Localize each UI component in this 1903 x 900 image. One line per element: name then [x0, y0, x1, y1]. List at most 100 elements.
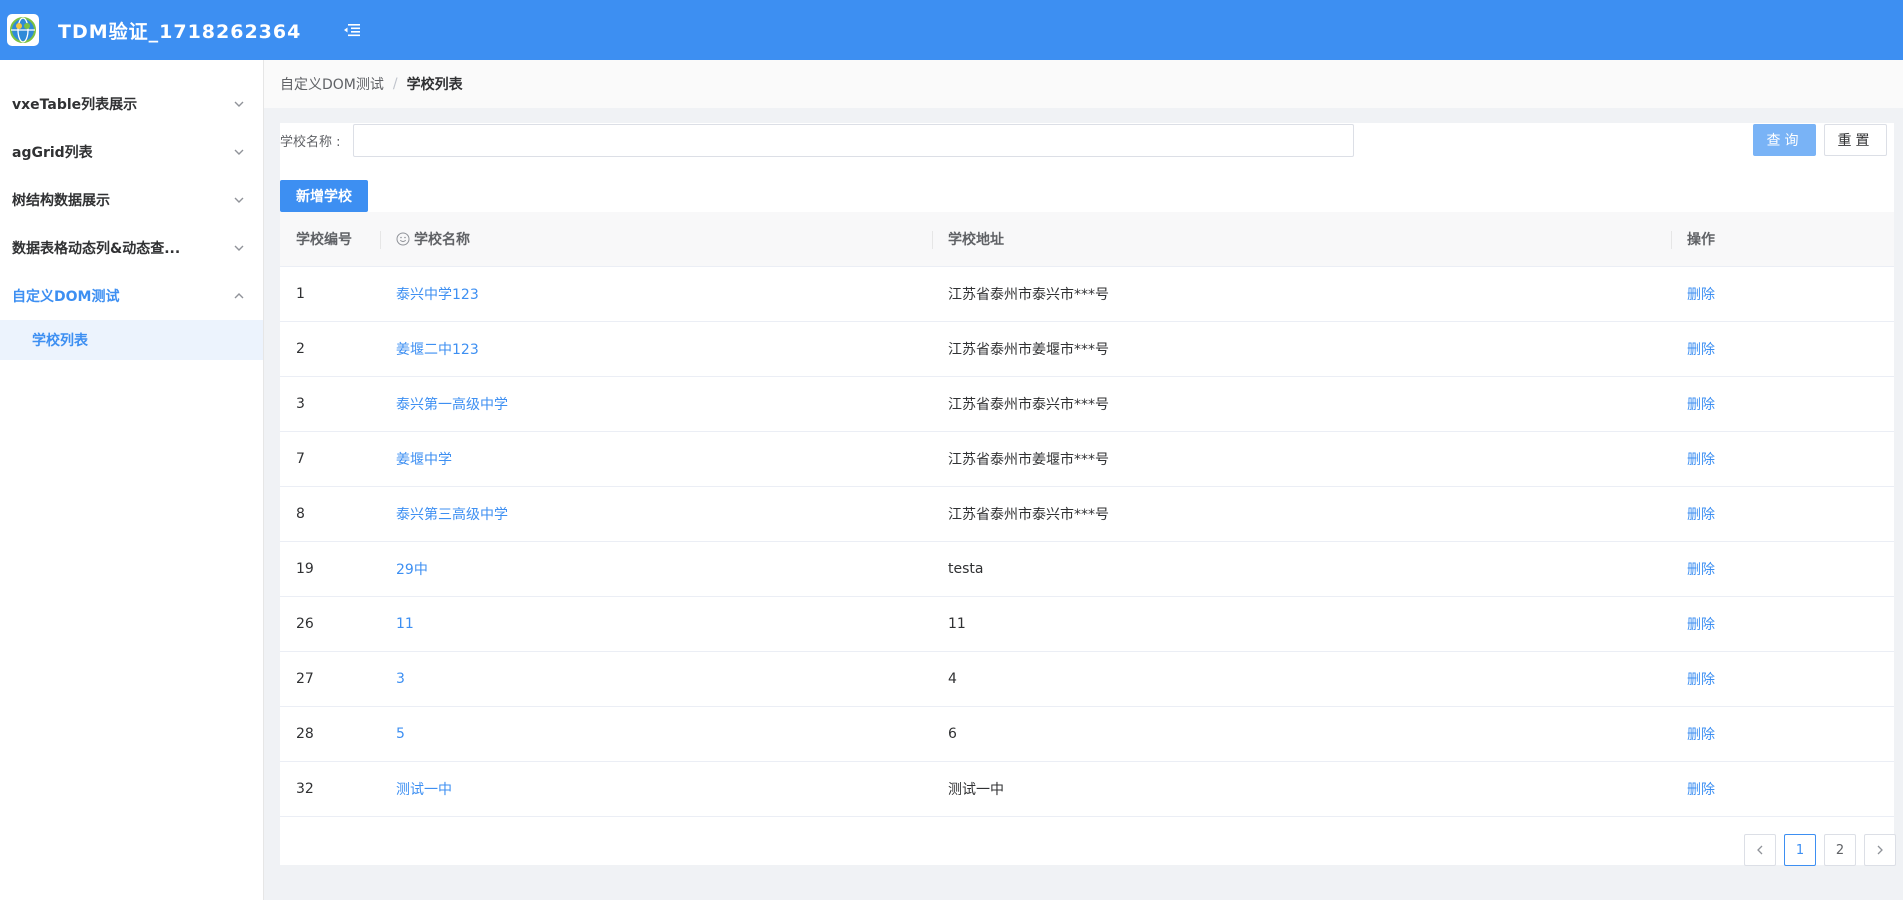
cell-address: 11 — [948, 616, 966, 632]
column-divider — [1671, 231, 1672, 249]
chevron-right-icon[interactable] — [1864, 834, 1896, 866]
column-header-label: 学校编号 — [296, 232, 352, 248]
chevron-left-icon[interactable] — [1744, 834, 1776, 866]
school-name-link[interactable]: 姜堰中学 — [396, 452, 452, 468]
query-button[interactable]: 查询 — [1753, 124, 1816, 156]
delete-link[interactable]: 删除 — [1687, 727, 1715, 743]
sidebar-item-aggrid[interactable]: agGrid列表 — [0, 128, 263, 176]
sidebar: vxeTable列表展示 agGrid列表 树结构数据展示 数据表格动态列&动态… — [0, 60, 264, 900]
column-header-address: 学校地址 — [932, 212, 1671, 266]
menu-fold-icon[interactable] — [341, 19, 363, 41]
page-button-2[interactable]: 2 — [1824, 834, 1856, 866]
sidebar-item-vxetable[interactable]: vxeTable列表展示 — [0, 80, 263, 128]
reset-button[interactable]: 重置 — [1824, 124, 1887, 156]
school-name-input[interactable] — [353, 123, 1354, 157]
table-row: 8 泰兴第三高级中学 江苏省泰州市泰兴市***号 删除 — [280, 487, 1894, 542]
cell-id: 7 — [296, 451, 305, 467]
cell-address: 江苏省泰州市泰兴市***号 — [948, 287, 1109, 303]
delete-link[interactable]: 删除 — [1687, 397, 1715, 413]
cell-address: 江苏省泰州市泰兴市***号 — [948, 507, 1109, 523]
sidebar-item-tree-data[interactable]: 树结构数据展示 — [0, 176, 263, 224]
cell-address: 江苏省泰州市姜堰市***号 — [948, 452, 1109, 468]
sidebar-item-label: agGrid列表 — [12, 145, 93, 161]
school-table: 学校编号 学校名称 学校地址 操作 1 泰兴中学123 江苏省泰州市泰兴市***… — [280, 212, 1894, 817]
cell-id: 2 — [296, 341, 305, 357]
chevron-up-icon — [233, 290, 245, 302]
cell-address: 江苏省泰州市姜堰市***号 — [948, 342, 1109, 358]
chevron-down-icon — [233, 98, 245, 110]
cell-id: 8 — [296, 506, 305, 522]
sidebar-item-dynamic-table[interactable]: 数据表格动态列&动态查... — [0, 224, 263, 272]
table-row: 3 泰兴第一高级中学 江苏省泰州市泰兴市***号 删除 — [280, 377, 1894, 432]
add-school-button[interactable]: 新增学校 — [280, 180, 368, 212]
globe-logo-icon — [7, 14, 39, 46]
column-header-label: 学校地址 — [948, 232, 1004, 248]
delete-link[interactable]: 删除 — [1687, 617, 1715, 633]
school-name-link[interactable]: 泰兴中学123 — [396, 287, 479, 303]
table-row: 32 测试一中 测试一中 删除 — [280, 762, 1894, 817]
smile-icon — [396, 232, 410, 246]
school-name-link[interactable]: 测试一中 — [396, 782, 452, 798]
breadcrumb: 自定义DOM测试 / 学校列表 — [264, 60, 1903, 108]
delete-link[interactable]: 删除 — [1687, 287, 1715, 303]
cell-address: 江苏省泰州市泰兴市***号 — [948, 397, 1109, 413]
column-header-action: 操作 — [1671, 212, 1894, 266]
breadcrumb-parent[interactable]: 自定义DOM测试 — [280, 74, 384, 94]
chevron-down-icon — [233, 242, 245, 254]
delete-link[interactable]: 删除 — [1687, 782, 1715, 798]
table-row: 26 11 11 删除 — [280, 597, 1894, 652]
table-header: 学校编号 学校名称 学校地址 操作 — [280, 212, 1894, 267]
column-divider — [380, 231, 381, 249]
delete-link[interactable]: 删除 — [1687, 562, 1715, 578]
breadcrumb-separator: / — [392, 76, 398, 92]
cell-id: 32 — [296, 781, 314, 797]
table-row: 27 3 4 删除 — [280, 652, 1894, 707]
page-button-1[interactable]: 1 — [1784, 834, 1816, 866]
school-name-link[interactable]: 29中 — [396, 562, 428, 578]
table-row: 7 姜堰中学 江苏省泰州市姜堰市***号 删除 — [280, 432, 1894, 487]
breadcrumb-current: 学校列表 — [406, 77, 463, 93]
cell-id: 28 — [296, 726, 314, 742]
delete-link[interactable]: 删除 — [1687, 452, 1715, 468]
column-header-label: 学校名称 — [414, 232, 470, 248]
sidebar-item-custom-dom[interactable]: 自定义DOM测试 — [0, 272, 263, 320]
sidebar-item-label: vxeTable列表展示 — [12, 97, 138, 113]
sidebar-subitem-school-list[interactable]: 学校列表 — [0, 320, 263, 360]
cell-address: 4 — [948, 671, 957, 687]
cell-address: testa — [948, 561, 984, 577]
table-row: 28 5 6 删除 — [280, 707, 1894, 762]
column-header-id: 学校编号 — [280, 212, 380, 266]
chevron-down-icon — [233, 146, 245, 158]
school-name-link[interactable]: 姜堰二中123 — [396, 342, 479, 358]
column-divider — [932, 231, 933, 249]
school-name-label: 学校名称 : — [280, 134, 341, 150]
app-title: TDM验证_1718262364 — [58, 20, 302, 43]
school-name-link[interactable]: 3 — [396, 671, 405, 687]
main-content: 学校名称 : 查询 重置 新增学校 学校编号 学校名称 学校地址 操作 1 泰兴… — [280, 123, 1896, 866]
delete-link[interactable]: 删除 — [1687, 342, 1715, 358]
pagination: 1 2 — [280, 834, 1896, 866]
cell-id: 3 — [296, 396, 305, 412]
cell-id: 26 — [296, 616, 314, 632]
chevron-down-icon — [233, 194, 245, 206]
cell-id: 27 — [296, 671, 314, 687]
table-row: 1 泰兴中学123 江苏省泰州市泰兴市***号 删除 — [280, 267, 1894, 322]
cell-id: 1 — [296, 286, 305, 302]
table-row: 2 姜堰二中123 江苏省泰州市姜堰市***号 删除 — [280, 322, 1894, 377]
column-header-name: 学校名称 — [380, 212, 932, 266]
sidebar-item-label: 数据表格动态列&动态查... — [12, 241, 181, 257]
sidebar-item-label: 自定义DOM测试 — [12, 289, 120, 305]
school-name-link[interactable]: 11 — [396, 616, 414, 632]
cell-id: 19 — [296, 561, 314, 577]
sidebar-item-label: 树结构数据展示 — [12, 193, 110, 209]
cell-address: 测试一中 — [948, 782, 1004, 798]
cell-address: 6 — [948, 726, 957, 742]
search-form: 学校名称 : 查询 重置 — [280, 123, 1894, 157]
school-name-link[interactable]: 5 — [396, 726, 405, 742]
school-name-link[interactable]: 泰兴第三高级中学 — [396, 507, 508, 523]
school-name-link[interactable]: 泰兴第一高级中学 — [396, 397, 508, 413]
column-header-label: 操作 — [1687, 232, 1715, 248]
app-header: TDM验证_1718262364 — [0, 0, 1903, 60]
delete-link[interactable]: 删除 — [1687, 507, 1715, 523]
delete-link[interactable]: 删除 — [1687, 672, 1715, 688]
